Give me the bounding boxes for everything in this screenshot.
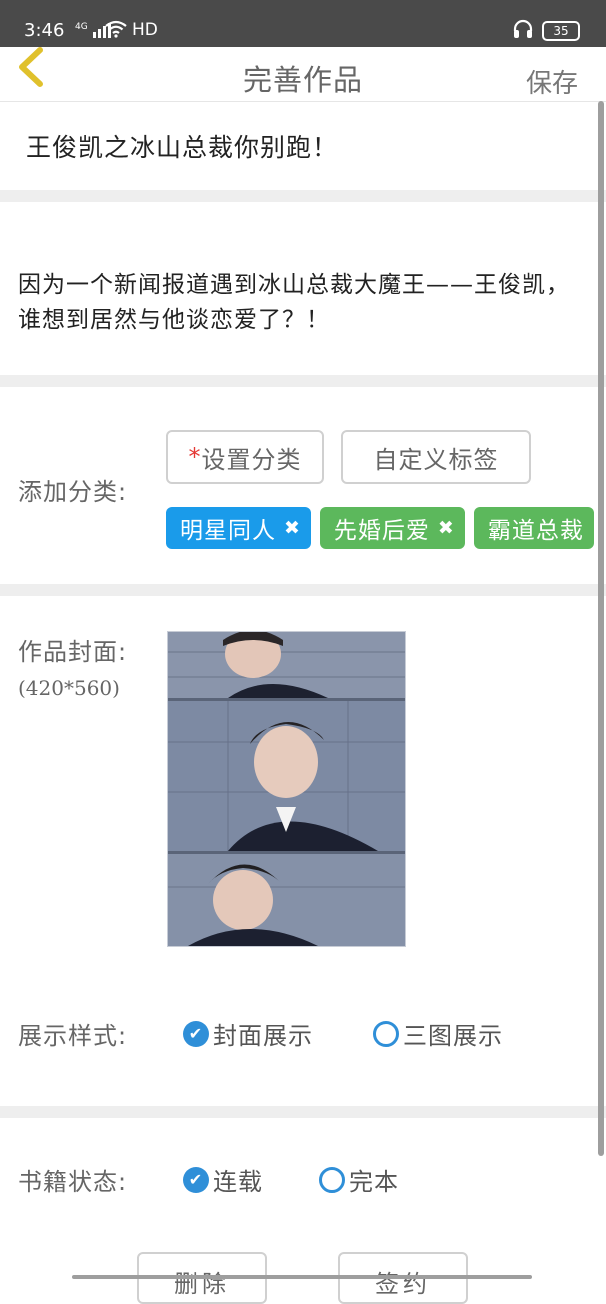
tag-label: 明星同人 <box>180 518 276 544</box>
radio-checked-icon: ✔ <box>183 1020 209 1047</box>
category-tag[interactable]: 霸道总裁 <box>473 507 594 549</box>
tag-label: 霸道总裁 <box>487 518 584 544</box>
page-title: 完善作品 <box>242 63 363 97</box>
status-bar: 3:46 4G HD 35 <box>0 0 606 47</box>
custom-tag-button[interactable]: 自定义标签 <box>341 430 531 484</box>
set-category-button[interactable]: * 设置分类 <box>166 430 324 484</box>
book-title-field[interactable]: 王俊凯之冰山总裁你别跑！ <box>26 128 338 164</box>
radio-label: 三图展示 <box>403 1022 503 1050</box>
display-style-option-cover[interactable]: ✔ 封面展示 <box>183 1016 313 1051</box>
remove-tag-icon[interactable]: ✖ <box>284 517 301 539</box>
cover-size-hint: (420*560) <box>18 676 120 700</box>
battery-icon: 35 <box>542 21 580 41</box>
headphones-icon <box>512 19 534 43</box>
battery-level: 35 <box>553 24 569 38</box>
category-label: 添加分类: <box>18 478 128 506</box>
wifi-icon <box>104 20 128 42</box>
save-button[interactable]: 保存 <box>526 63 578 100</box>
required-star: * <box>188 443 202 471</box>
section-divider <box>0 375 606 387</box>
display-style-option-three-images[interactable]: 三图展示 <box>373 1016 503 1051</box>
section-divider <box>0 190 606 202</box>
set-category-label: 设置分类 <box>201 445 302 474</box>
radio-label: 封面展示 <box>213 1022 313 1050</box>
radio-unchecked-icon <box>319 1166 345 1193</box>
cover-image[interactable] <box>167 631 406 947</box>
radio-unchecked-icon <box>373 1020 399 1047</box>
book-status-option-serializing[interactable]: ✔ 连载 <box>183 1162 263 1197</box>
horizontal-scrollbar[interactable] <box>72 1275 532 1279</box>
tag-label: 先婚后爱 <box>333 518 430 544</box>
hd-indicator: HD <box>132 20 158 40</box>
status-time: 3:46 <box>24 20 65 41</box>
section-divider <box>0 584 606 596</box>
network-type: 4G <box>75 22 88 32</box>
radio-checked-icon: ✔ <box>183 1166 209 1193</box>
book-status-label: 书籍状态: <box>18 1168 128 1196</box>
display-style-label: 展示样式: <box>18 1022 128 1050</box>
remove-tag-icon[interactable]: ✖ <box>438 517 455 539</box>
category-tag[interactable]: 先婚后爱 ✖ <box>319 507 465 549</box>
nav-bar: 完善作品 保存 <box>0 47 606 102</box>
vertical-scrollbar[interactable] <box>598 101 604 1156</box>
book-description-field[interactable]: 因为一个新闻报道遇到冰山总裁大魔王——王俊凯，谁想到居然与他谈恋爱了？！ <box>18 268 583 338</box>
category-tag[interactable]: 明星同人 ✖ <box>166 507 311 549</box>
category-tags: 明星同人 ✖ 先婚后爱 ✖ 霸道总裁 <box>166 507 594 549</box>
radio-label: 完本 <box>349 1168 399 1196</box>
book-status-option-completed[interactable]: 完本 <box>319 1162 399 1197</box>
cover-label: 作品封面: <box>18 638 128 666</box>
section-divider <box>0 1106 606 1118</box>
radio-label: 连载 <box>213 1168 263 1196</box>
